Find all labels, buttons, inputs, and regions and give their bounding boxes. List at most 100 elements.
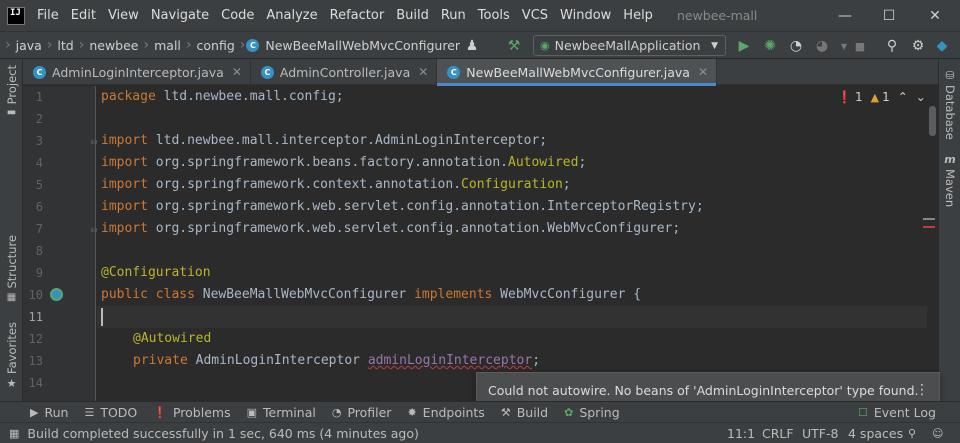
code-text: org.springframework.web.servlet.config.a… (147, 221, 681, 236)
more-actions-icon[interactable]: ⋮ (915, 382, 929, 398)
menu-navigate[interactable]: Navigate (145, 8, 215, 23)
breadcrumb-config[interactable]: config (193, 38, 239, 53)
user-icon[interactable]: ♟ (462, 36, 482, 56)
line-number: 3 (35, 134, 43, 148)
left-tool-strip: Project ▬ Structure ▦ Favorites ★ (0, 59, 23, 401)
build-tool-button[interactable]: ⚒ Build (493, 405, 556, 420)
menu-help[interactable]: Help (617, 8, 659, 23)
code-line-3: import ltd.newbee.mall.interceptor.Admin… (101, 130, 547, 152)
line-separator[interactable]: CRLF (762, 426, 794, 441)
chevron-right-icon: › (78, 37, 85, 53)
search-icon[interactable]: ⚲ (882, 36, 902, 56)
list-icon: ☰ (84, 405, 95, 419)
annotation: @Autowired (133, 331, 212, 346)
run-icon: ▶ (30, 405, 39, 419)
navigation-bar: › java › ltd › newbee › mall › config › … (0, 31, 960, 59)
debug-icon[interactable]: ✺ (760, 36, 780, 56)
maven-tool-button[interactable]: m Maven (939, 153, 960, 207)
spring-bean-icon[interactable] (50, 288, 63, 301)
favorites-tool-button[interactable]: Favorites ★ (0, 322, 23, 390)
maven-tool-label: Maven (943, 169, 957, 208)
profiler-tool-button[interactable]: ◔ Profiler (324, 405, 400, 420)
bottom-tool-bar: ▶ Run ☰ TODO ❗ Problems ▣ Terminal ◔ Profiler… (0, 401, 960, 422)
menu-edit[interactable]: Edit (65, 8, 102, 23)
line-number-gutter[interactable]: 1 2 3 4 5 6 7 8 9 10 11 12 13 14 ⎂ ⎂ (23, 86, 98, 401)
hammer-icon[interactable]: ⚒ (504, 36, 524, 56)
gear-icon[interactable]: ⚙ (908, 36, 928, 56)
breadcrumb-ltd[interactable]: ltd (53, 38, 77, 53)
indent-setting[interactable]: 4 spaces (848, 426, 903, 441)
menu-vcs[interactable]: VCS (516, 8, 554, 23)
inspector-icon[interactable]: ☺ (932, 427, 943, 440)
status-layout-icon[interactable]: ▦ (9, 427, 19, 440)
vertical-scrollbar[interactable] (929, 106, 936, 136)
tab-label: AdminLoginInterceptor.java (52, 64, 224, 80)
close-icon[interactable]: ✕ (698, 65, 708, 79)
lock-icon[interactable]: ⚲ (908, 427, 916, 440)
status-message[interactable]: Build completed successfully in 1 sec, 6… (27, 426, 419, 441)
tab-admin-controller[interactable]: C AdminController.java ✕ (251, 59, 438, 85)
close-icon[interactable]: ✕ (232, 65, 242, 79)
spring-tool-button[interactable]: ✿ Spring (556, 405, 628, 420)
close-icon[interactable]: ✕ (418, 65, 428, 79)
code-line-7: import org.springframework.web.servlet.c… (101, 218, 680, 240)
todo-tool-label: TODO (100, 404, 138, 420)
menu-code[interactable]: Code (215, 8, 260, 23)
warning-count: 1 (882, 90, 890, 104)
menu-build[interactable]: Build (390, 8, 435, 23)
chevron-up-icon[interactable]: ⌃ (898, 90, 908, 104)
code-editor[interactable]: package ltd.newbee.mall.config; import l… (97, 86, 938, 401)
menu-refactor[interactable]: Refactor (324, 8, 391, 23)
class-icon: C (246, 38, 260, 52)
structure-tool-button[interactable]: Structure ▦ (0, 235, 23, 303)
terminal-tool-button[interactable]: ▣ Terminal (239, 405, 324, 420)
inspection-widget[interactable]: ❗ 1 ▲ 1 ⌃ ⌄ (837, 90, 926, 104)
breadcrumb-java[interactable]: java (12, 38, 46, 53)
database-tool-button[interactable]: ⛁ Database (939, 69, 960, 140)
project-tool-button[interactable]: Project ▬ (0, 65, 23, 118)
run-configuration-selector[interactable]: ◉ NewbeeMallApplication ▼ (533, 35, 726, 56)
chevron-down-icon[interactable]: ⌄ (916, 90, 926, 104)
maximize-button[interactable]: ☐ (866, 0, 912, 31)
scroll-marker (923, 218, 935, 220)
menu-bar: IJ File Edit View Navigate Code Analyze … (0, 0, 960, 31)
jetbrains-toolbox-icon[interactable]: ◆ (932, 36, 952, 56)
problems-tool-button[interactable]: ❗ Problems (145, 405, 238, 420)
event-log-icon: ☐ (858, 405, 868, 419)
chevron-right-icon: › (5, 37, 11, 53)
menu-tools[interactable]: Tools (472, 8, 516, 23)
line-number: 12 (28, 332, 43, 346)
database-tool-label: Database (943, 85, 957, 140)
menu-view[interactable]: View (102, 8, 145, 23)
menu-analyze[interactable]: Analyze (260, 8, 323, 23)
menu-run[interactable]: Run (435, 8, 472, 23)
todo-tool-button[interactable]: ☰ TODO (76, 405, 145, 420)
line-number: 5 (35, 178, 43, 192)
error-stripe-marker[interactable] (923, 226, 935, 228)
cursor-position[interactable]: 11:1 (727, 426, 755, 441)
run-tool-button[interactable]: ▶ Run (22, 405, 76, 420)
text-caret (101, 308, 103, 326)
breadcrumb-newbee[interactable]: newbee (85, 38, 142, 53)
endpoints-tool-button[interactable]: ✸ Endpoints (399, 405, 492, 420)
breadcrumb-class[interactable]: NewBeeMallWebMvcConfigurer (265, 38, 464, 53)
right-tool-strip: ⛁ Database m Maven (938, 59, 960, 401)
event-log-tool-button[interactable]: ☐ Event Log (858, 405, 944, 420)
file-encoding[interactable]: UTF-8 (802, 426, 838, 441)
tab-newbee-mall-web-mvc-configurer[interactable]: C NewBeeMallWebMvcConfigurer.java ✕ (437, 59, 718, 86)
editor-tabs: C AdminLoginInterceptor.java ✕ C AdminCo… (23, 59, 938, 86)
run-icon[interactable]: ▶ (734, 36, 754, 56)
coverage-icon[interactable]: ◔ (786, 36, 806, 56)
close-window-button[interactable]: ✕ (912, 0, 958, 31)
tab-admin-login-interceptor[interactable]: C AdminLoginInterceptor.java ✕ (23, 59, 251, 85)
profile-icon[interactable]: ◕ (812, 36, 832, 56)
menu-window[interactable]: Window (554, 8, 617, 23)
window-title: newbee-mall (676, 8, 758, 23)
menu-file[interactable]: File (31, 8, 65, 23)
code-text: org.springframework.web.servlet.config.a… (147, 199, 704, 214)
line-number: 9 (35, 266, 43, 280)
breadcrumb-mall[interactable]: mall (150, 38, 185, 53)
stop-icon[interactable]: ■ (850, 36, 870, 56)
minimize-button[interactable]: — (822, 0, 868, 31)
chevron-down-icon: ▼ (711, 40, 718, 51)
